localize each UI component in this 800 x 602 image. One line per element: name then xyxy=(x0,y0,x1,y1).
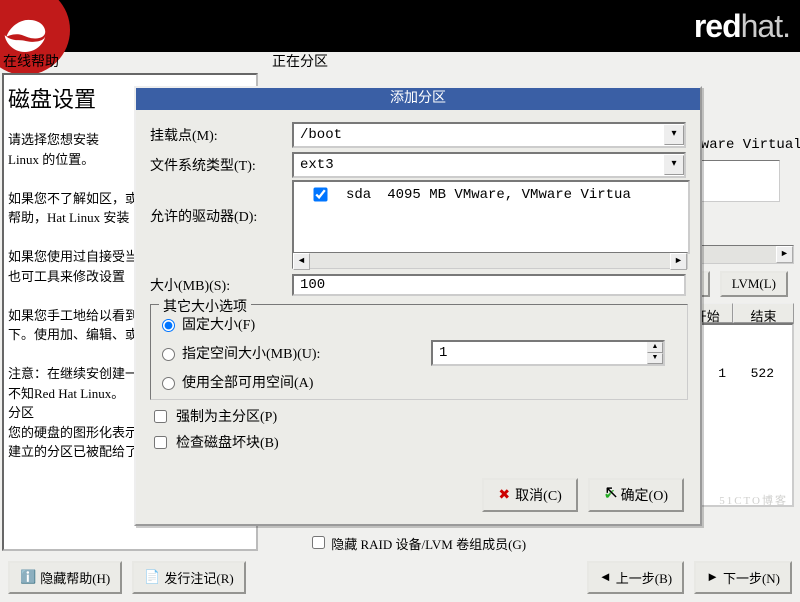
drives-scrollbar[interactable]: ◄ ► xyxy=(292,252,688,269)
release-notes-button[interactable]: 📄 发行注记(R) xyxy=(132,561,246,594)
drive-sda-checkbox[interactable] xyxy=(313,187,327,201)
next-button[interactable]: ► 下一步(N) xyxy=(694,561,792,594)
hide-raid-checkbox-row[interactable]: 隐藏 RAID 设备/LVM 卷组成员(G) xyxy=(308,533,526,553)
scroll-right-icon[interactable]: ► xyxy=(776,246,793,263)
partition-pane-label: 正在分区 xyxy=(272,51,328,71)
hide-help-button[interactable]: ℹ️ 隐藏帮助(H) xyxy=(8,561,122,594)
check-badblocks-checkbox-row[interactable]: 检查磁盘坏块(B) xyxy=(150,432,279,452)
wizard-bottom-bar: ℹ️ 隐藏帮助(H) 📄 发行注记(R) ◄ 上一步(B) ► 下一步(N) xyxy=(0,554,800,600)
force-primary-checkbox[interactable] xyxy=(154,410,167,423)
help-pane-label: 在线帮助 xyxy=(3,51,59,71)
hide-raid-label: 隐藏 RAID 设备/LVM 卷组成员(G) xyxy=(331,537,526,552)
size-input[interactable] xyxy=(292,274,686,296)
ok-button[interactable]: ✔ 确定(O) xyxy=(588,478,684,512)
top-brand-bar: redhat. xyxy=(0,0,800,52)
fs-type-value: ext3 xyxy=(294,157,664,173)
toolbar-button-lvm[interactable]: LVM(L) xyxy=(720,271,788,297)
scroll-right-icon[interactable]: ► xyxy=(670,253,687,270)
fill-up-to-spinbox[interactable]: 1 ▲▼ xyxy=(431,340,665,366)
drive-row-sda[interactable]: sda 4095 MB VMware, VMware Virtua xyxy=(294,182,688,207)
ok-icon: ✔ xyxy=(604,487,616,504)
spin-down-icon[interactable]: ▼ xyxy=(647,353,663,364)
radio-fill-all[interactable]: 使用全部可用空间(A) xyxy=(151,369,687,395)
drive-name: sda xyxy=(346,187,371,203)
chevron-down-icon[interactable]: ▾ xyxy=(664,155,684,175)
redhat-wordmark: redhat. xyxy=(694,8,790,45)
size-options-group: 其它大小选项 固定大小(F) 指定空间大小(MB)(U): 1 ▲▼ 使用全部可… xyxy=(150,304,688,400)
watermark: 51CTO博客 xyxy=(719,492,788,508)
col-end[interactable]: 结束 xyxy=(733,303,794,323)
pane-labels: 在线帮助 正在分区 xyxy=(0,51,800,71)
fs-type-label: 文件系统类型(T): xyxy=(150,155,292,175)
fs-type-combo[interactable]: ext3 ▾ xyxy=(292,152,686,178)
scroll-left-icon[interactable]: ◄ xyxy=(293,253,310,270)
chevron-down-icon[interactable]: ▾ xyxy=(664,125,684,145)
check-badblocks-checkbox[interactable] xyxy=(154,436,167,449)
arrow-right-icon: ► xyxy=(706,569,719,585)
drive-desc: 4095 MB VMware, VMware Virtua xyxy=(387,187,631,203)
drive-preview-box xyxy=(694,160,780,202)
drives-label: 允许的驱动器(D): xyxy=(150,206,292,226)
cancel-icon: ✖ xyxy=(498,487,510,504)
dialog-title: 添加分区 xyxy=(136,88,700,110)
mount-point-value: /boot xyxy=(294,127,664,143)
mount-point-combo[interactable]: /boot ▾ xyxy=(292,122,686,148)
force-primary-checkbox-row[interactable]: 强制为主分区(P) xyxy=(150,406,277,426)
add-partition-dialog: 添加分区 挂载点(M): /boot ▾ 文件系统类型(T): ext3 ▾ 允… xyxy=(134,86,702,526)
arrow-left-icon: ◄ xyxy=(599,569,612,585)
allowable-drives-list[interactable]: sda 4095 MB VMware, VMware Virtua xyxy=(292,180,690,254)
size-options-title: 其它大小选项 xyxy=(159,296,251,316)
document-icon: 📄 xyxy=(144,569,160,585)
back-button[interactable]: ◄ 上一步(B) xyxy=(587,561,684,594)
mount-point-label: 挂载点(M): xyxy=(150,125,292,145)
spin-up-icon[interactable]: ▲ xyxy=(647,342,663,353)
cancel-button[interactable]: ✖ 取消(C) xyxy=(482,478,577,512)
info-icon: ℹ️ xyxy=(20,569,36,585)
hide-raid-checkbox[interactable] xyxy=(312,536,325,549)
radio-fill-up-to[interactable]: 指定空间大小(MB)(U): 1 ▲▼ xyxy=(151,337,687,369)
size-label: 大小(MB)(S): xyxy=(150,275,292,295)
